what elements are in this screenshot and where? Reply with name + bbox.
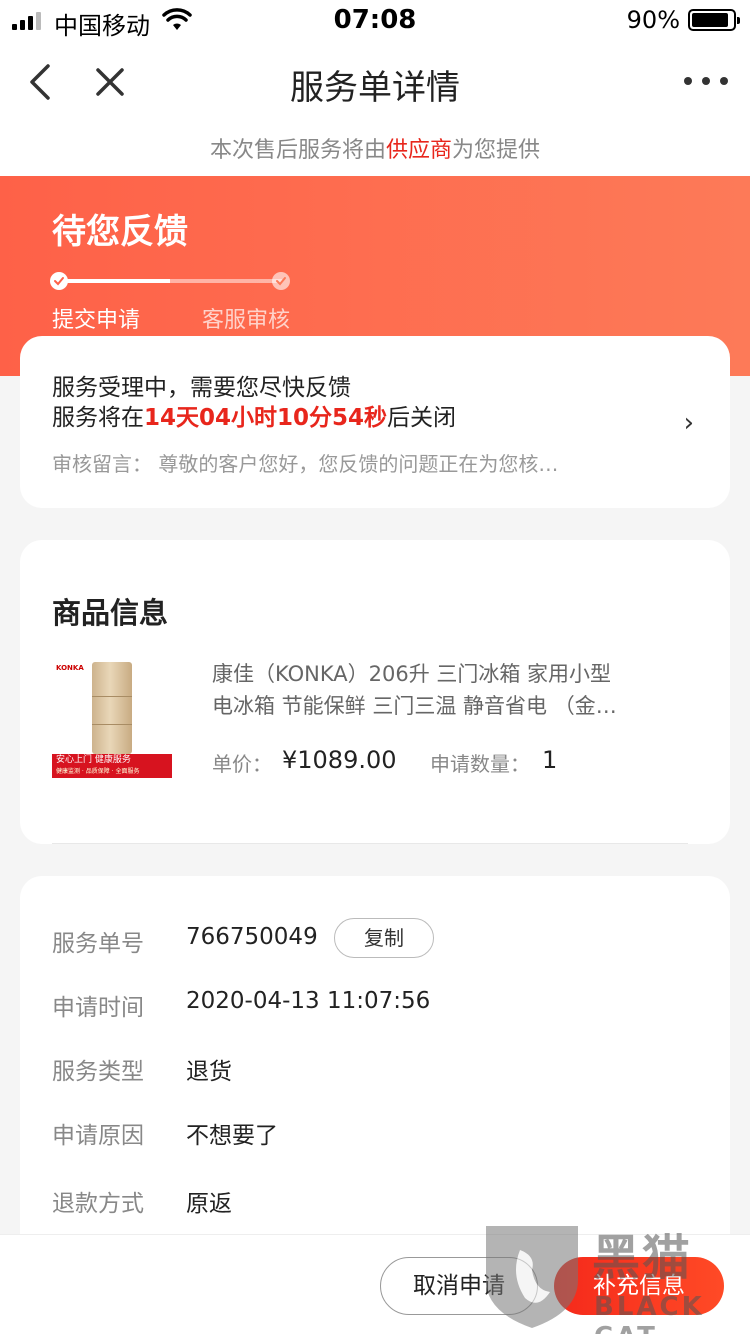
status-bar: 中国移动 07:08 90% bbox=[0, 0, 750, 40]
service-type-value: 退货 bbox=[186, 1059, 232, 1085]
reason-value: 不想要了 bbox=[186, 1123, 278, 1149]
refund-method-label: 退款方式 bbox=[52, 1191, 144, 1217]
review-note: 审核留言： 尊敬的客户您好，您反馈的问题正在为您核… bbox=[52, 452, 559, 476]
divider bbox=[52, 843, 688, 844]
refund-method-value: 原返 bbox=[186, 1191, 232, 1217]
step-2-label: 客服审核 bbox=[202, 308, 291, 333]
countdown-suffix: 后关闭 bbox=[387, 405, 457, 431]
banner-title: 待您反馈 bbox=[52, 212, 188, 252]
service-detail-card: 服务单号 766750049 复制 申请时间 2020-04-13 11:07:… bbox=[20, 876, 730, 1276]
reason-label: 申请原因 bbox=[52, 1123, 144, 1149]
product-image-brand: KONKA bbox=[56, 664, 84, 672]
product-image[interactable]: KONKA 安心上门 健康服务 健康监测 · 品质保障 · 全面服务 bbox=[52, 660, 172, 780]
product-section-title: 商品信息 bbox=[52, 596, 169, 630]
detail-row-service-type: 服务类型 退货 bbox=[52, 1046, 692, 1086]
progress-track bbox=[58, 279, 282, 283]
chevron-right-icon[interactable]: › bbox=[684, 408, 694, 438]
product-name[interactable]: 康佳（KONKA）206升 三门冰箱 家用小型 电冰箱 节能保鲜 三门三温 静音… bbox=[212, 658, 652, 722]
supplement-info-button[interactable]: 补充信息 bbox=[554, 1257, 724, 1315]
product-name-line1: 康佳（KONKA）206升 三门冰箱 家用小型 bbox=[212, 662, 612, 686]
bottom-action-bar: 取消申请 补充信息 bbox=[0, 1234, 750, 1334]
step-1-label: 提交申请 bbox=[52, 308, 141, 333]
step-2-check-icon bbox=[272, 272, 290, 290]
fridge-image bbox=[92, 662, 132, 754]
quantity-value: 1 bbox=[542, 746, 558, 774]
countdown-message: 服务将在14天04小时10分54秒后关闭 bbox=[52, 398, 456, 432]
order-no-label: 服务单号 bbox=[52, 931, 144, 957]
product-info-card: 商品信息 KONKA 安心上门 健康服务 健康监测 · 品质保障 · 全面服务 … bbox=[20, 540, 730, 844]
product-image-banner: 安心上门 健康服务 健康监测 · 品质保障 · 全面服务 bbox=[52, 754, 172, 778]
supplier-notice: 本次售后服务将由供应商为您提供 bbox=[0, 126, 750, 176]
progress-fill bbox=[58, 279, 170, 283]
order-no-value: 766750049 bbox=[186, 924, 318, 950]
more-icon[interactable] bbox=[684, 66, 728, 96]
status-message: 服务受理中，需要您尽快反馈 bbox=[52, 375, 351, 401]
countdown-timer: 14天04小时10分54秒 bbox=[144, 405, 388, 431]
page-title: 服务单详情 bbox=[290, 68, 460, 108]
step-1-check-icon bbox=[50, 272, 68, 290]
apply-time-value: 2020-04-13 11:07:56 bbox=[186, 988, 431, 1014]
product-name-line2: 电冰箱 节能保鲜 三门三温 静音省电 （金… bbox=[212, 694, 617, 718]
unit-price-value: ¥1089.00 bbox=[282, 746, 397, 774]
supplier-link[interactable]: 供应商 bbox=[386, 138, 452, 163]
detail-row-refund: 退款方式 原返 bbox=[52, 1178, 692, 1218]
service-type-label: 服务类型 bbox=[52, 1059, 144, 1085]
quantity-label: 申请数量： bbox=[430, 752, 530, 776]
service-status-card[interactable]: 服务受理中，需要您尽快反馈 服务将在14天04小时10分54秒后关闭 审核留言：… bbox=[20, 336, 730, 508]
countdown-prefix: 服务将在 bbox=[52, 405, 144, 431]
product-image-banner-sub: 健康监测 · 品质保障 · 全面服务 bbox=[56, 768, 140, 775]
detail-row-reason: 申请原因 不想要了 bbox=[52, 1110, 692, 1150]
nav-bar: 服务单详情 bbox=[0, 40, 750, 126]
apply-time-label: 申请时间 bbox=[52, 995, 144, 1021]
detail-row-apply-time: 申请时间 2020-04-13 11:07:56 bbox=[52, 982, 692, 1022]
supplier-prefix: 本次售后服务将由 bbox=[209, 138, 386, 163]
supplier-suffix: 为您提供 bbox=[452, 138, 541, 163]
product-image-banner-text: 安心上门 健康服务 bbox=[56, 755, 131, 765]
unit-price-label: 单价： bbox=[212, 752, 272, 776]
battery-percent: 90% bbox=[626, 6, 680, 34]
detail-row-order-no: 服务单号 766750049 复制 bbox=[52, 918, 692, 958]
copy-button[interactable]: 复制 bbox=[334, 918, 434, 958]
battery-icon bbox=[688, 9, 740, 31]
cancel-application-button[interactable]: 取消申请 bbox=[380, 1257, 538, 1315]
